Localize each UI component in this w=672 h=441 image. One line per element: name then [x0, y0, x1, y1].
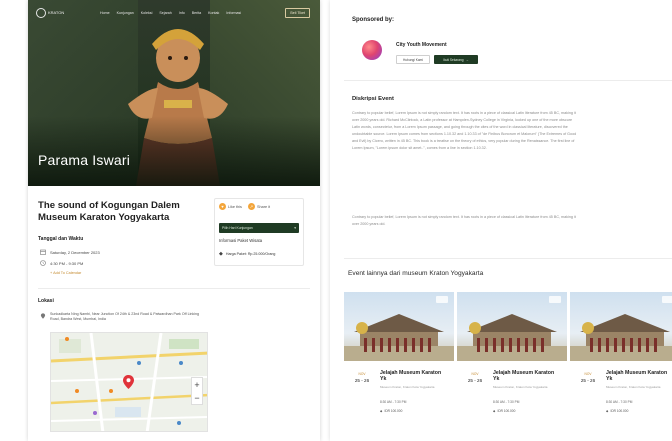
- event-card-image: [344, 292, 454, 361]
- organizer-name: City Youth Movement: [396, 42, 447, 48]
- nav-links: Home Kunjungan Koleksi Sejarah Info Beri…: [100, 11, 241, 15]
- arrow-right-icon: →: [465, 57, 469, 62]
- event-card-price: ◆ IDR 100.000: [606, 409, 629, 413]
- organizer-logo: [362, 40, 382, 60]
- visit-date-select[interactable]: Pilih Hari Kunjungan ▾: [219, 223, 299, 233]
- event-title: The sound of Kogungan Dalem Museum Karat…: [38, 200, 180, 223]
- chevron-down-icon: ▾: [294, 226, 296, 230]
- share-icon: ↗: [247, 203, 255, 210]
- zoom-in-button[interactable]: +: [194, 380, 199, 390]
- description-paragraph-1: Contrary to popular belief, Lorem Ipsum …: [352, 111, 577, 151]
- event-card-title: Jelajah Museum Karaton Yk: [606, 370, 668, 383]
- event-card-location: Museum Kraton, Kraton Kota Yogyakarta: [380, 385, 435, 389]
- ticket-price: ◆ Harga Paket: Rp.25.000/Orang: [219, 251, 276, 257]
- heart-icon: ♥: [219, 203, 226, 210]
- map-zoom-controls: + −: [191, 377, 203, 405]
- ticket-icon: ◆: [219, 251, 223, 257]
- event-card-time: 8:30 AM - 7:30 PM: [606, 400, 633, 404]
- nav-link-home[interactable]: Home: [100, 11, 110, 15]
- buy-ticket-button[interactable]: Beli Tiket: [285, 8, 310, 18]
- event-card[interactable]: NOV 25 - 26 Jelajah Museum Karaton Yk Mu…: [570, 292, 672, 432]
- follow-organizer-button[interactable]: Ikuti Sekarang →: [434, 55, 478, 64]
- share-button[interactable]: ↗ Share it: [247, 203, 270, 210]
- ticket-icon: ◆: [380, 409, 383, 413]
- clock-icon: [40, 260, 46, 266]
- event-card-time: 8:30 AM - 7:30 PM: [380, 400, 407, 404]
- event-card[interactable]: NOV 25 - 26 Jelajah Museum Karaton Yk Mu…: [344, 292, 454, 432]
- location-address: Sunkadkarta Ning Nambi, Near Junction Of…: [50, 312, 199, 321]
- event-card[interactable]: NOV 25 - 26 Jelajah Museum Karaton Yk Mu…: [457, 292, 567, 432]
- event-card-time: 8:30 AM - 7:30 PM: [493, 400, 520, 404]
- event-card-image: [457, 292, 567, 361]
- other-events-heading: Event lainnya dari museum Kraton Yogyaka…: [348, 270, 484, 277]
- hero-title: Parama Iswari: [38, 152, 131, 168]
- ticket-info-heading: Informasi Paket Wisata: [219, 238, 263, 243]
- event-card-image: [570, 292, 672, 361]
- ticket-icon: ◆: [606, 409, 609, 413]
- location-pin-icon: [40, 313, 46, 319]
- description-heading: Diskripsi Event: [352, 96, 394, 102]
- event-card-price: ◆ IDR 100.000: [380, 409, 403, 413]
- top-navigation: KRATON Home Kunjungan Koleksi Sejarah In…: [28, 0, 320, 26]
- add-to-calendar-link[interactable]: + Add To Calendar: [50, 271, 81, 275]
- site-logo[interactable]: KRATON: [36, 7, 66, 19]
- logo-mark-icon: [36, 8, 46, 18]
- event-card-location: Museum Kraton, Kraton Kota Yogyakarta: [493, 385, 548, 389]
- other-events-list: NOV 25 - 26 Jelajah Museum Karaton Yk Mu…: [344, 292, 672, 432]
- like-button[interactable]: ♥ Like this: [219, 203, 242, 210]
- zoom-out-button[interactable]: −: [194, 393, 199, 403]
- calendar-icon: [40, 249, 46, 255]
- ticket-icon: ◆: [493, 409, 496, 413]
- location-map[interactable]: + −: [50, 332, 208, 432]
- event-card-location: Museum Kraton, Kraton Kota Yogyakarta: [606, 385, 661, 389]
- date-time-heading: Tanggal dan Waktu: [38, 236, 84, 242]
- event-date: Saturday, 2 December 2023: [40, 249, 100, 255]
- event-time: 4:30 PM - 9:30 PM: [40, 260, 83, 266]
- nav-link-info[interactable]: Info: [179, 11, 185, 15]
- nav-link-sejarah[interactable]: Sejarah: [159, 11, 171, 15]
- nav-link-informasi[interactable]: Informasi: [226, 11, 241, 15]
- map-pin-icon: [123, 375, 134, 389]
- contact-organizer-button[interactable]: Hubungi Kami: [396, 55, 430, 64]
- action-card: ♥ Like this ↗ Share it Pilih Hari Kunjun…: [214, 198, 304, 266]
- event-card-title: Jelajah Museum Karaton Yk: [380, 370, 442, 383]
- description-paragraph-2: Contrary to popular belief, Lorem Ipsum …: [352, 215, 576, 227]
- location-heading: Lokasi: [38, 298, 54, 304]
- event-card-title: Jelajah Museum Karaton Yk: [493, 370, 555, 383]
- nav-link-kontak[interactable]: Kontak: [208, 11, 219, 15]
- event-detail-continued: Sponsored by: City Youth Movement Hubung…: [330, 0, 672, 441]
- nav-link-kunjungan[interactable]: Kunjungan: [117, 11, 134, 15]
- sponsor-heading: Sponsored by:: [352, 17, 395, 23]
- nav-link-koleksi[interactable]: Koleksi: [141, 11, 153, 15]
- event-detail-page: KRATON Home Kunjungan Koleksi Sejarah In…: [28, 0, 320, 441]
- nav-link-berita[interactable]: Berita: [192, 11, 201, 15]
- event-card-price: ◆ IDR 100.000: [493, 409, 516, 413]
